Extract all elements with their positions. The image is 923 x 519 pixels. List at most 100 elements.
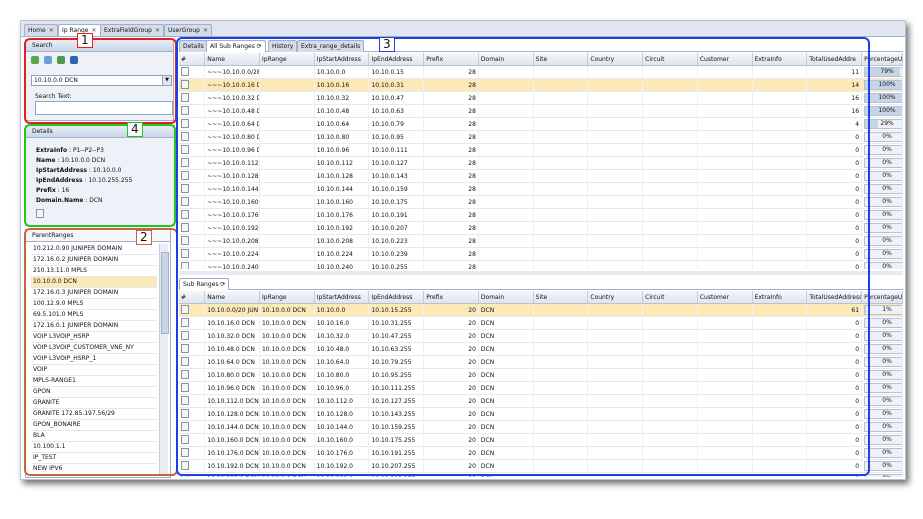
column-header[interactable]: IpRange: [259, 53, 315, 66]
column-header[interactable]: Name: [204, 291, 260, 304]
table-row[interactable]: 10.10.208.0 DCN10.10.0.0 DCN10.10.208.01…: [179, 472, 903, 477]
table-row[interactable]: ~~~10.10.0.112 10.10.0.112 10.10.0.127 28 0 0…: [179, 156, 903, 170]
column-header[interactable]: Name: [204, 53, 260, 66]
table-row[interactable]: ~~~10.10.0.176 10.10.0.176 10.10.0.191 28 0 0…: [179, 208, 903, 222]
range-select[interactable]: 10.10.0.0 DCN ▼: [31, 75, 172, 86]
table-row[interactable]: ~~~10.10.0.224 10.10.0.224 10.10.0.239 28 0 0…: [179, 247, 903, 261]
document-icon[interactable]: [181, 119, 189, 128]
table-row[interactable]: 10.10.0.0/20 JUN 10.10.0.0 DCN 10.10.0.0 10…: [179, 303, 903, 317]
document-icon[interactable]: [181, 223, 189, 232]
table-row[interactable]: 10.10.96.0 DCN 10.10.0.0 DCN 10.10.96.0 10.…: [179, 381, 903, 395]
table-row[interactable]: ~~~10.10.0.80 D 10.10.0.80 10.10.0.95 28 0 0%: [179, 130, 903, 144]
document-icon[interactable]: [181, 158, 189, 167]
table-row[interactable]: ~~~10.10.0.208 10.10.0.208 10.10.0.223 28 0 0…: [179, 234, 903, 248]
column-header[interactable]: Country: [587, 291, 644, 304]
table-row[interactable]: ~~~10.10.0.192 10.10.0.192 10.10.0.207 28 0 0…: [179, 221, 903, 235]
table-row[interactable]: ~~~10.10.0.48 D 10.10.0.48 10.10.0.63 28 16 1…: [179, 104, 903, 118]
document-icon[interactable]: [181, 409, 189, 418]
list-item[interactable]: GPON_BONAIRE: [31, 420, 157, 431]
document-icon[interactable]: [181, 67, 189, 76]
splitter[interactable]: [179, 271, 903, 275]
list-item[interactable]: BLA: [31, 431, 157, 442]
list-item[interactable]: VOIP L3VOIP_HSRP: [31, 332, 157, 343]
list-item[interactable]: VOIP L3VOIP_CUSTOMER_VNE_NY: [31, 343, 157, 354]
document-icon[interactable]: [181, 331, 189, 340]
tab-details[interactable]: Details: [179, 40, 208, 52]
column-header[interactable]: IpEndAddress: [368, 53, 425, 66]
column-header[interactable]: Prefix: [423, 53, 479, 66]
search-input[interactable]: [35, 101, 173, 115]
list-item[interactable]: GRANITE 172.85.197.56/29: [31, 409, 157, 420]
list-item[interactable]: 100.12.9.0 MPLS: [31, 299, 157, 310]
table-row[interactable]: ~~~10.10.0.32 D 10.10.0.32 10.10.0.47 28 16 1…: [179, 91, 903, 105]
column-header[interactable]: PercentageUsed: [861, 291, 903, 304]
table-row[interactable]: ~~~10.10.0.96 D 10.10.0.96 10.10.0.111 28 0 0…: [179, 143, 903, 157]
column-header[interactable]: TotalUsedAddress: [806, 291, 863, 304]
scrollbar-thumb[interactable]: [161, 252, 169, 334]
table-row[interactable]: ~~~10.10.0.160 10.10.0.160 10.10.0.175 28 0 0…: [179, 195, 903, 209]
table-row[interactable]: ~~~10.10.0.16 D 10.10.0.16 10.10.0.31 28 14 1…: [179, 78, 903, 92]
list-item[interactable]: GRANITE: [31, 398, 157, 409]
column-header[interactable]: Circuit: [642, 291, 698, 304]
chevron-down-icon[interactable]: ▼: [162, 76, 171, 85]
table-row[interactable]: ~~~10.10.0.144 10.10.0.144 10.10.0.159 28 0 0…: [179, 182, 903, 196]
binoculars-icon[interactable]: [69, 56, 78, 64]
column-header[interactable]: Customer: [697, 53, 753, 66]
table-row[interactable]: 10.10.48.0 DCN 10.10.0.0 DCN 10.10.48.0 10.…: [179, 342, 903, 356]
list-item[interactable]: 210.13.11.0 MPLS: [31, 266, 157, 277]
document-icon[interactable]: [181, 396, 189, 405]
document-icon[interactable]: [181, 448, 189, 457]
document-icon[interactable]: [181, 422, 189, 431]
table-row[interactable]: 10.10.192.0 DCN 10.10.0.0 DCN 10.10.192.0 1…: [179, 459, 903, 473]
close-icon[interactable]: ✕: [203, 27, 208, 34]
document-icon[interactable]: [36, 209, 44, 218]
document-icon[interactable]: [181, 184, 189, 193]
tab-extrafieldgroup[interactable]: ExtraFieldGroup ✕: [100, 24, 164, 36]
document-icon[interactable]: [181, 145, 189, 154]
document-icon[interactable]: [181, 106, 189, 115]
list-item[interactable]: 10.212.0.90 JUNIPER DOMAIN: [31, 244, 157, 255]
column-header[interactable]: Circuit: [642, 53, 698, 66]
table-row[interactable]: ~~~10.10.0.128 10.10.0.128 10.10.0.143 28 0 0…: [179, 169, 903, 183]
list-item[interactable]: VOIP L3VOIP_HSRP_1: [31, 354, 157, 365]
table-row[interactable]: 10.10.128.0 DCN 10.10.0.0 DCN 10.10.128.0 1…: [179, 407, 903, 421]
list-item[interactable]: 10.10.0.0 DCN: [31, 277, 157, 288]
document-icon[interactable]: [181, 435, 189, 444]
column-header[interactable]: ExtraInfo: [752, 291, 808, 304]
column-header[interactable]: PercentageUsed: [861, 53, 903, 66]
tab-usergroup[interactable]: UserGroup ✕: [164, 24, 212, 36]
document-icon[interactable]: [181, 80, 189, 89]
document-icon[interactable]: [181, 461, 189, 470]
document-icon[interactable]: [181, 236, 189, 245]
document-icon[interactable]: [181, 318, 189, 327]
list-item[interactable]: 172.16.0.3 JUNIPER DOMAIN: [31, 288, 157, 299]
tab-home[interactable]: Home ✕: [24, 24, 58, 36]
document-icon[interactable]: [181, 93, 189, 102]
document-icon[interactable]: [181, 370, 189, 379]
list-item[interactable]: 10.100.1.1: [31, 442, 157, 453]
export-icon[interactable]: [56, 56, 65, 64]
table-row[interactable]: ~~~10.10.0.240 10.10.0.240 10.10.0.255 28 0 0…: [179, 260, 903, 269]
table-row[interactable]: 10.10.176.0 DCN 10.10.0.0 DCN 10.10.176.0 1…: [179, 446, 903, 460]
view-icon[interactable]: [43, 56, 52, 64]
table-row[interactable]: 10.10.144.0 DCN 10.10.0.0 DCN 10.10.144.0 1…: [179, 420, 903, 434]
document-icon[interactable]: [181, 249, 189, 258]
column-header[interactable]: Country: [587, 53, 644, 66]
list-item[interactable]: IP_TEST: [31, 453, 157, 464]
table-row[interactable]: 10.10.32.0 DCN 10.10.0.0 DCN 10.10.32.0 10.…: [179, 329, 903, 343]
close-icon[interactable]: ✕: [155, 27, 160, 34]
column-header[interactable]: IpStartAddress: [314, 291, 370, 304]
column-header[interactable]: Domain: [478, 291, 534, 304]
column-header[interactable]: #: [179, 53, 206, 66]
table-row[interactable]: ~~~10.10.0.0/28 10.10.0.0 10.10.0.15 28 11 79…: [179, 65, 903, 79]
tab-history[interactable]: History: [268, 40, 298, 52]
table-row[interactable]: 10.10.112.0 DCN 10.10.0.0 DCN 10.10.112.0 1…: [179, 394, 903, 408]
list-item[interactable]: VOIP: [31, 365, 157, 376]
tab-extra-range-details[interactable]: Extra_range_details: [297, 40, 365, 52]
document-icon[interactable]: [181, 132, 189, 141]
list-item[interactable]: MPLS-RANGE1: [31, 376, 157, 387]
list-item[interactable]: GPON: [31, 387, 157, 398]
column-header[interactable]: Prefix: [423, 291, 479, 304]
table-row[interactable]: 10.10.16.0 DCN 10.10.0.0 DCN 10.10.16.0 10.…: [179, 316, 903, 330]
table-row[interactable]: 10.10.64.0 DCN 10.10.0.0 DCN 10.10.64.0 10.…: [179, 355, 903, 369]
